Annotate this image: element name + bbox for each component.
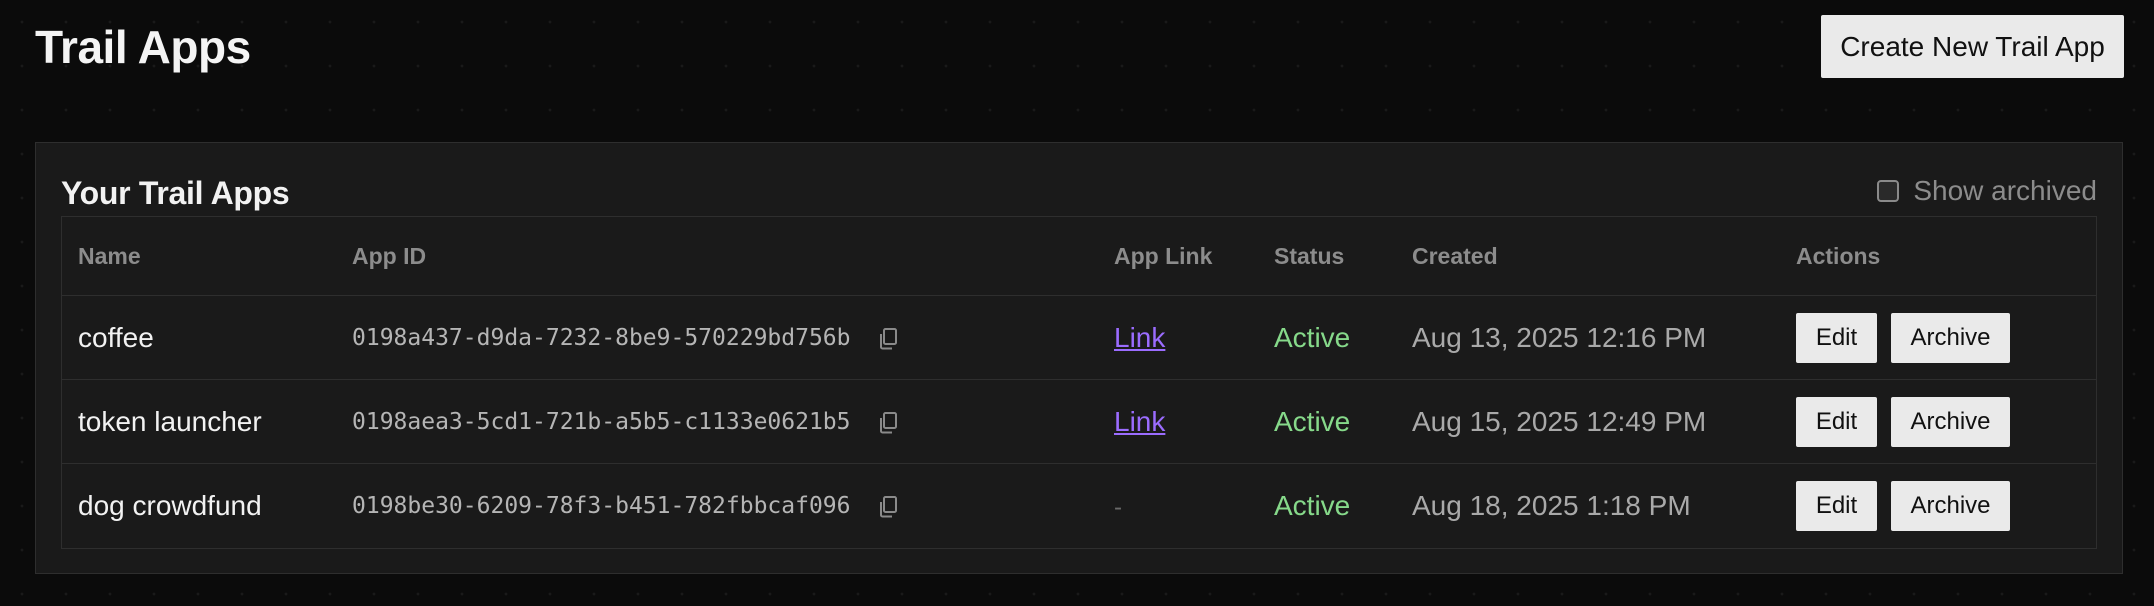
archive-button[interactable]: Archive <box>1891 480 2010 531</box>
app-link[interactable]: Link <box>1114 406 1165 437</box>
app-link-cell: - <box>1098 464 1258 548</box>
table-row: dog crowdfund 0198be30-6209-78f3-b451-78… <box>62 464 2096 548</box>
actions-cell: Edit Archive <box>1780 379 2096 464</box>
archive-button[interactable]: Archive <box>1891 396 2010 447</box>
edit-button[interactable]: Edit <box>1796 480 1877 531</box>
status-badge: Active <box>1274 321 1351 353</box>
archive-button[interactable]: Archive <box>1891 312 2010 363</box>
app-link-empty: - <box>1114 493 1122 521</box>
column-header-actions: Actions <box>1780 217 2096 296</box>
created-date: Aug 18, 2025 1:18 PM <box>1412 489 1691 521</box>
created-cell: Aug 15, 2025 12:49 PM <box>1396 379 1780 464</box>
app-id: 0198be30-6209-78f3-b451-782fbbcaf096 <box>352 492 851 519</box>
edit-button[interactable]: Edit <box>1796 312 1877 363</box>
app-link-cell: Link <box>1098 379 1258 464</box>
column-header-app-link: App Link <box>1098 217 1258 296</box>
create-new-trail-app-button[interactable]: Create New Trail App <box>1821 15 2124 78</box>
apps-table-container: Name App ID App Link Status Created Acti… <box>61 216 2097 549</box>
actions-cell: Edit Archive <box>1780 295 2096 380</box>
table-row: token launcher 0198aea3-5cd1-721b-a5b5-c… <box>62 379 2096 464</box>
app-id-cell: 0198a437-d9da-7232-8be9-570229bd756b <box>336 295 1098 380</box>
created-cell: Aug 13, 2025 12:16 PM <box>1396 295 1780 380</box>
app-id: 0198aea3-5cd1-721b-a5b5-c1133e0621b5 <box>352 408 851 435</box>
created-date: Aug 13, 2025 12:16 PM <box>1412 321 1707 353</box>
created-date: Aug 15, 2025 12:49 PM <box>1412 405 1707 437</box>
show-archived-label: Show archived <box>1913 175 2097 206</box>
status-cell: Active <box>1258 295 1396 380</box>
table-row: coffee 0198a437-d9da-7232-8be9-570229bd7… <box>62 295 2096 380</box>
column-header-status: Status <box>1258 217 1396 296</box>
app-link[interactable]: Link <box>1114 322 1165 353</box>
table-header-row: Name App ID App Link Status Created Acti… <box>62 217 2096 296</box>
show-archived-toggle[interactable]: Show archived <box>1877 175 2097 207</box>
column-header-name: Name <box>62 217 336 296</box>
copy-icon[interactable] <box>877 494 899 518</box>
copy-icon[interactable] <box>877 326 899 350</box>
app-name: token launcher <box>62 379 336 464</box>
app-id-cell: 0198be30-6209-78f3-b451-782fbbcaf096 <box>336 464 1098 548</box>
page: Trail Apps Create New Trail App Your Tra… <box>0 0 2154 606</box>
column-header-app-id: App ID <box>336 217 1098 296</box>
show-archived-checkbox[interactable] <box>1877 180 1900 202</box>
trail-apps-panel: Your Trail Apps Show archived Name App I… <box>35 142 2123 574</box>
created-cell: Aug 18, 2025 1:18 PM <box>1396 464 1780 548</box>
app-id-cell: 0198aea3-5cd1-721b-a5b5-c1133e0621b5 <box>336 379 1098 464</box>
status-cell: Active <box>1258 379 1396 464</box>
apps-table: Name App ID App Link Status Created Acti… <box>62 217 2096 547</box>
actions-cell: Edit Archive <box>1780 464 2096 548</box>
status-badge: Active <box>1274 489 1351 521</box>
panel-title: Your Trail Apps <box>61 175 290 211</box>
app-link-cell: Link <box>1098 295 1258 380</box>
page-title: Trail Apps <box>35 21 251 73</box>
status-badge: Active <box>1274 405 1351 437</box>
edit-button[interactable]: Edit <box>1796 396 1877 447</box>
status-cell: Active <box>1258 464 1396 548</box>
app-id: 0198a437-d9da-7232-8be9-570229bd756b <box>352 324 851 351</box>
app-name: coffee <box>62 295 336 380</box>
column-header-created: Created <box>1396 217 1780 296</box>
copy-icon[interactable] <box>877 410 899 434</box>
app-name: dog crowdfund <box>78 489 262 521</box>
